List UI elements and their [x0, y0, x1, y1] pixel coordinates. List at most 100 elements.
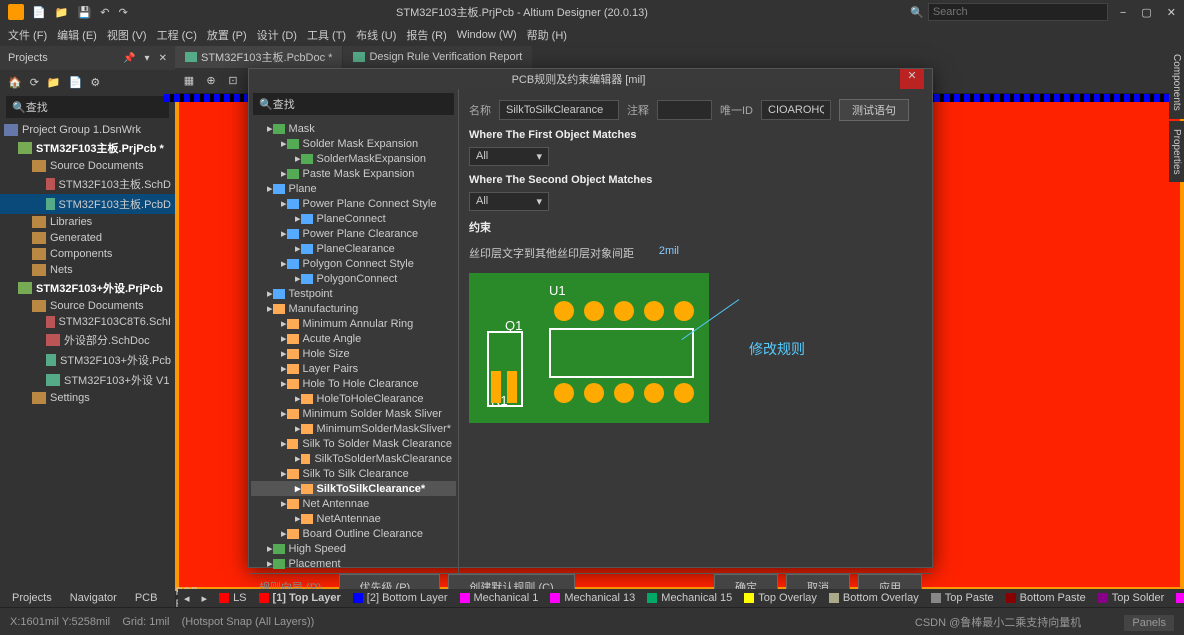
name-input[interactable]	[499, 100, 619, 120]
tree-item[interactable]: STM32F103主板.SchD	[0, 174, 175, 194]
rule-search[interactable]: 🔍 查找	[253, 93, 454, 115]
tree-item[interactable]: Project Group 1.DsnWrk	[0, 122, 175, 138]
menu-item[interactable]: 布线 (U)	[356, 27, 396, 43]
menu-item[interactable]: 编辑 (E)	[57, 27, 97, 43]
constraint-value[interactable]: 2mil	[659, 245, 679, 261]
tree-item[interactable]: Nets	[0, 262, 175, 278]
test-button[interactable]: 测试语句	[839, 99, 909, 121]
folder-icon[interactable]: 📁	[47, 76, 61, 89]
layer-tab[interactable]: Top Solder	[1092, 592, 1171, 604]
bottom-tab[interactable]: Projects	[4, 591, 60, 605]
tree-item[interactable]: STM32F103主板.PrjPcb *	[0, 138, 175, 158]
file-icon[interactable]: 📄	[32, 7, 46, 19]
tree-item[interactable]: STM32F103+外设 V1	[0, 370, 175, 390]
tree-item[interactable]: STM32F103+外设.PrjPcb	[0, 278, 175, 298]
rule-item[interactable]: ▸ Paste Mask Expansion	[251, 166, 456, 181]
menu-item[interactable]: 报告 (R)	[406, 27, 446, 43]
refresh-icon[interactable]: ⟳	[30, 76, 39, 89]
tree-item[interactable]: STM32F103+外设.Pcb	[0, 350, 175, 370]
tree-item[interactable]: 外设部分.SchDoc	[0, 330, 175, 350]
rule-item[interactable]: ▸ Mask	[251, 121, 456, 136]
rule-item[interactable]: ▸ Acute Angle	[251, 331, 456, 346]
tree-item[interactable]: Source Documents	[0, 298, 175, 314]
side-panel-tab[interactable]: Components	[1169, 46, 1184, 119]
rule-item[interactable]: ▸ Plane	[251, 181, 456, 196]
menu-item[interactable]: 工具 (T)	[307, 27, 346, 43]
tree-item[interactable]: Generated	[0, 230, 175, 246]
menu-item[interactable]: 放置 (P)	[207, 27, 247, 43]
rule-item[interactable]: ▸ Placement	[251, 556, 456, 571]
panels-button[interactable]: Panels	[1124, 615, 1174, 631]
rule-item[interactable]: ▸ Testpoint	[251, 286, 456, 301]
tree-item[interactable]: STM32F103C8T6.SchI	[0, 314, 175, 330]
comment-input[interactable]	[657, 100, 712, 120]
document-tab[interactable]: Design Rule Verification Report	[343, 46, 532, 68]
tree-item[interactable]: STM32F103主板.PcbD	[0, 194, 175, 214]
rule-item[interactable]: ▸ Minimum Annular Ring	[251, 316, 456, 331]
bottom-tab[interactable]: PCB	[127, 591, 166, 605]
gear-icon[interactable]: ⚙	[90, 76, 100, 89]
pin-icon[interactable]: 📌	[123, 53, 135, 64]
rule-item[interactable]: ▸ Silk To Solder Mask Clearance	[251, 436, 456, 451]
rule-item[interactable]: ▸ Net Antennae	[251, 496, 456, 511]
rule-item[interactable]: ▸ PolygonConnect	[251, 271, 456, 286]
layer-tab[interactable]: Mechanical 1	[454, 592, 545, 604]
rule-item[interactable]: ▸ Hole To Hole Clearance	[251, 376, 456, 391]
rule-item[interactable]: ▸ SolderMaskExpansion	[251, 151, 456, 166]
tree-item[interactable]: Source Documents	[0, 158, 175, 174]
close-icon[interactable]: ✕	[1167, 7, 1176, 19]
rule-item[interactable]: ▸ Hole Size	[251, 346, 456, 361]
uid-input[interactable]	[761, 100, 831, 120]
global-search[interactable]	[928, 3, 1108, 21]
menu-item[interactable]: 帮助 (H)	[527, 27, 567, 43]
open-icon[interactable]: 📁	[55, 7, 69, 19]
menu-item[interactable]: 视图 (V)	[107, 27, 147, 43]
tree-item[interactable]: Settings	[0, 390, 175, 406]
rule-item[interactable]: ▸ SilkToSolderMaskClearance	[251, 451, 456, 466]
redo-icon[interactable]: ↷	[119, 7, 128, 19]
save-icon[interactable]: 💾	[78, 7, 92, 19]
layer-tab[interactable]: Bottom Paste	[1000, 592, 1092, 604]
side-panel-tab[interactable]: Properties	[1169, 121, 1184, 183]
tool-icon[interactable]: ⊕	[203, 74, 219, 87]
minimize-icon[interactable]: −	[1120, 7, 1126, 19]
rule-item[interactable]: ▸ Layer Pairs	[251, 361, 456, 376]
bottom-tab[interactable]: Navigator	[62, 591, 125, 605]
maximize-icon[interactable]: ▢	[1141, 7, 1151, 19]
rule-item[interactable]: ▸ Power Plane Connect Style	[251, 196, 456, 211]
doc-icon[interactable]: 📄	[69, 76, 83, 89]
tree-item[interactable]: Components	[0, 246, 175, 262]
dialog-close-icon[interactable]: ✕	[900, 69, 924, 89]
layer-tab[interactable]: LS	[213, 592, 252, 604]
rule-item[interactable]: ▸ Polygon Connect Style	[251, 256, 456, 271]
document-tab[interactable]: STM32F103主板.PcbDoc *	[175, 46, 342, 68]
tree-item[interactable]: Libraries	[0, 214, 175, 230]
rule-item[interactable]: ▸ Power Plane Clearance	[251, 226, 456, 241]
rule-item[interactable]: ▸ HoleToHoleClearance	[251, 391, 456, 406]
project-search[interactable]: 🔍 查找	[6, 96, 169, 118]
layer-tab[interactable]: [1] Top Layer	[253, 592, 347, 604]
tool-icon[interactable]: ▦	[181, 74, 197, 87]
rule-item[interactable]: ▸ Board Outline Clearance	[251, 526, 456, 541]
tool-icon[interactable]: ⊡	[225, 74, 241, 87]
rule-item[interactable]: ▸ Minimum Solder Mask Sliver	[251, 406, 456, 421]
collapse-icon[interactable]: ▾	[145, 53, 150, 64]
rule-item[interactable]: ▸ SilkToSilkClearance*	[251, 481, 456, 496]
rule-item[interactable]: ▸ Manufacturing	[251, 301, 456, 316]
layer-tab[interactable]: [2] Bottom Layer	[347, 592, 454, 604]
layer-tab[interactable]: Bottom Overlay	[823, 592, 925, 604]
rule-item[interactable]: ▸ Solder Mask Expansion	[251, 136, 456, 151]
rule-item[interactable]: ▸ PlaneClearance	[251, 241, 456, 256]
layer-tab[interactable]: Mechanical 15	[641, 592, 738, 604]
menu-item[interactable]: 工程 (C)	[157, 27, 197, 43]
rule-item[interactable]: ▸ MinimumSolderMaskSliver*	[251, 421, 456, 436]
rule-item[interactable]: ▸ NetAntennae	[251, 511, 456, 526]
where1-select[interactable]: All▾	[469, 147, 549, 166]
rule-item[interactable]: ▸ High Speed	[251, 541, 456, 556]
rule-item[interactable]: ▸ Silk To Silk Clearance	[251, 466, 456, 481]
rule-item[interactable]: ▸ PlaneConnect	[251, 211, 456, 226]
menu-item[interactable]: 文件 (F)	[8, 27, 47, 43]
layer-tab[interactable]: Bottom Solder	[1170, 592, 1184, 604]
menu-item[interactable]: 设计 (D)	[257, 27, 297, 43]
menu-item[interactable]: Window (W)	[457, 29, 517, 41]
